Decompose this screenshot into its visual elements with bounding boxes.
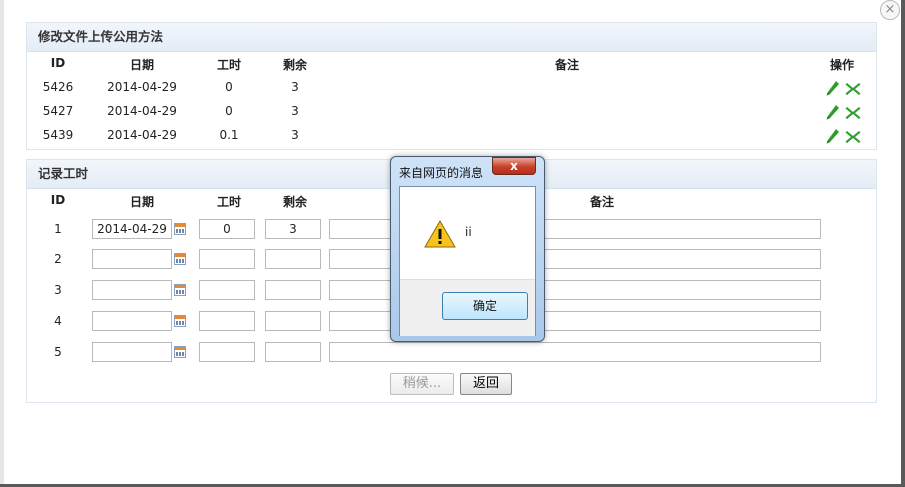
- pencil-icon[interactable]: [826, 80, 840, 99]
- row-remaining: 3: [291, 80, 299, 94]
- row-hours: 0.1: [219, 128, 239, 142]
- row-id: 5427: [42, 104, 74, 118]
- dialog-title: 来自网页的消息: [399, 166, 484, 180]
- delete-x-icon[interactable]: [845, 106, 861, 123]
- left-frame-edge: [0, 0, 4, 487]
- task-panel: 修改文件上传公用方法 ID 日期 工时 剩余 备注 操作 5426 2014-0…: [26, 22, 877, 150]
- row-date: 2014-04-29: [107, 104, 177, 118]
- remaining-input[interactable]: [265, 342, 321, 362]
- header-note: 备注: [554, 58, 579, 72]
- header-id: ID: [50, 193, 66, 207]
- delete-x-icon[interactable]: [845, 130, 861, 147]
- dialog-body: ii 确定: [399, 186, 536, 336]
- date-input[interactable]: [92, 311, 172, 331]
- row-id: 5439: [42, 128, 74, 142]
- date-input[interactable]: 2014-04-29: [92, 219, 172, 239]
- header-note: 备注: [589, 195, 614, 209]
- row-remaining: 3: [291, 128, 299, 142]
- row-hours: 0: [225, 104, 233, 118]
- row-id: 5426: [42, 80, 74, 94]
- row-remaining: 3: [291, 104, 299, 118]
- remaining-input[interactable]: [265, 311, 321, 331]
- header-hours: 工时: [216, 195, 241, 209]
- hours-input[interactable]: [199, 342, 255, 362]
- row-hours: 0: [225, 80, 233, 94]
- remaining-input[interactable]: [265, 280, 321, 300]
- calendar-icon[interactable]: [174, 223, 186, 235]
- calendar-icon[interactable]: [174, 284, 186, 296]
- date-input[interactable]: [92, 249, 172, 269]
- dialog-message: ii: [465, 225, 472, 239]
- hours-input[interactable]: 0: [199, 219, 255, 239]
- calendar-icon[interactable]: [174, 346, 186, 358]
- row-date: 2014-04-29: [107, 80, 177, 94]
- record-row-id: 4: [54, 314, 62, 328]
- record-row-id: 5: [54, 345, 62, 359]
- warning-icon: [424, 219, 456, 251]
- row-date: 2014-04-29: [107, 128, 177, 142]
- hours-input[interactable]: [199, 280, 255, 300]
- dialog-close-button[interactable]: x: [492, 157, 536, 175]
- delete-x-icon[interactable]: [845, 82, 861, 99]
- close-icon[interactable]: ×: [880, 0, 900, 20]
- header-date: 日期: [129, 58, 154, 72]
- hours-input[interactable]: [199, 311, 255, 331]
- note-textarea[interactable]: [329, 342, 821, 362]
- pencil-icon[interactable]: [826, 104, 840, 123]
- date-input[interactable]: [92, 280, 172, 300]
- right-frame-edge: [901, 0, 905, 487]
- remaining-input[interactable]: [265, 249, 321, 269]
- calendar-icon[interactable]: [174, 315, 186, 327]
- alert-dialog: 来自网页的消息 x ii 确定: [390, 156, 545, 342]
- record-row-id: 2: [54, 252, 62, 266]
- pencil-icon[interactable]: [826, 128, 840, 147]
- ok-button[interactable]: 确定: [442, 292, 528, 320]
- hours-input[interactable]: [199, 249, 255, 269]
- calendar-icon[interactable]: [174, 253, 186, 265]
- date-input[interactable]: [92, 342, 172, 362]
- header-date: 日期: [129, 195, 154, 209]
- record-row-id: 1: [54, 222, 62, 236]
- header-remaining: 剩余: [282, 195, 307, 209]
- task-panel-title: 修改文件上传公用方法: [27, 23, 876, 52]
- record-row-id: 3: [54, 283, 62, 297]
- wait-button: 稍候...: [390, 373, 454, 395]
- header-hours: 工时: [216, 58, 241, 72]
- header-id: ID: [50, 56, 66, 70]
- back-button[interactable]: 返回: [460, 373, 512, 395]
- remaining-input[interactable]: 3: [265, 219, 321, 239]
- header-remaining: 剩余: [282, 58, 307, 72]
- header-actions: 操作: [829, 58, 854, 72]
